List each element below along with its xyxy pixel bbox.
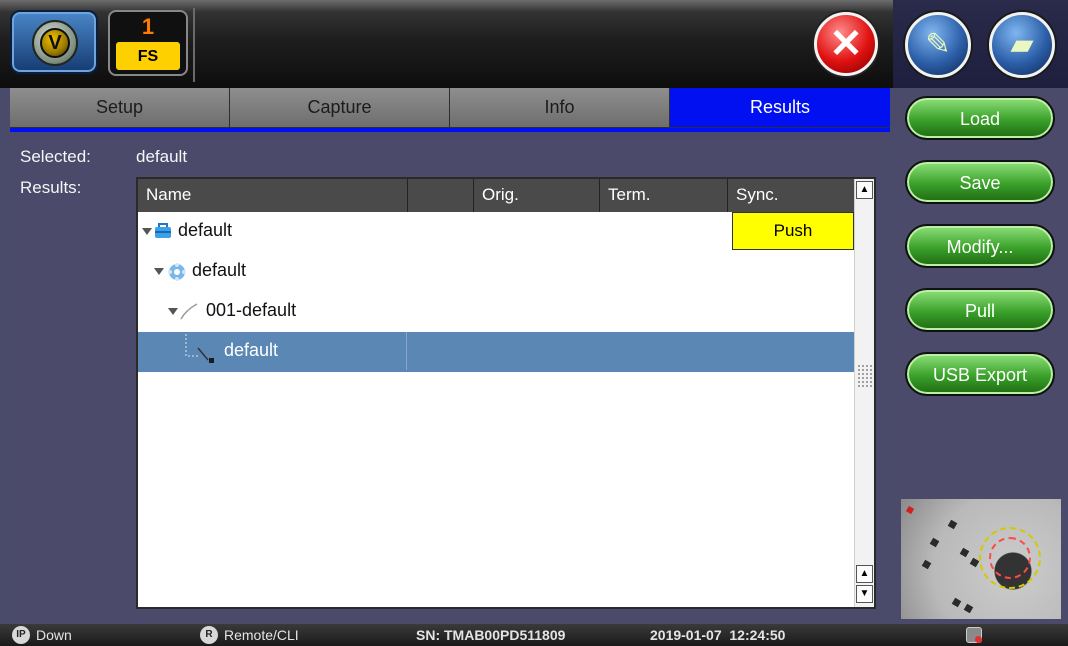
table-row[interactable]: default Push bbox=[138, 212, 856, 252]
expand-arrow-icon[interactable] bbox=[142, 228, 152, 236]
alarm-status-icon[interactable] bbox=[966, 627, 982, 643]
status-bar: IP Down R Remote/CLI SN: TMAB00PD511809 … bbox=[0, 624, 1068, 646]
row-name: default bbox=[178, 220, 233, 240]
tree-branch-icon bbox=[185, 334, 214, 363]
briefcase-icon bbox=[155, 223, 171, 238]
fiber-inspection-thumbnail[interactable] bbox=[901, 499, 1061, 619]
fiber-icon bbox=[180, 303, 198, 320]
modify-button[interactable]: Modify... bbox=[905, 224, 1055, 268]
scroll-thumb[interactable] bbox=[857, 364, 872, 388]
save-button[interactable]: Save bbox=[905, 160, 1055, 204]
defect-speck bbox=[905, 505, 915, 515]
defect-speck bbox=[969, 557, 980, 568]
scroll-up-icon[interactable]: ▲ bbox=[856, 181, 873, 199]
tab-capture[interactable]: Capture bbox=[230, 88, 450, 128]
close-button[interactable]: ✕ bbox=[814, 12, 878, 76]
vertical-scrollbar[interactable]: ▲ ▲ ▼ bbox=[854, 179, 874, 607]
table-row[interactable]: default bbox=[138, 252, 856, 292]
tab-bar: Setup Capture Info Results bbox=[10, 88, 890, 130]
row-name: default bbox=[192, 260, 247, 280]
folder-icon: ▰ bbox=[1010, 28, 1034, 61]
selected-label: Selected: bbox=[20, 147, 91, 166]
tab-setup[interactable]: Setup bbox=[10, 88, 230, 128]
wrench-tools-button[interactable]: ✎ bbox=[905, 12, 971, 78]
col-term[interactable]: Term. bbox=[600, 179, 728, 212]
expand-arrow-icon[interactable] bbox=[168, 308, 178, 316]
defect-speck bbox=[929, 537, 940, 548]
results-label: Results: bbox=[20, 178, 82, 197]
veex-logo-button[interactable]: V bbox=[10, 10, 98, 74]
remote-cli-label[interactable]: Remote/CLI bbox=[224, 627, 299, 643]
table-row[interactable]: 001-default bbox=[138, 292, 856, 332]
close-icon: ✕ bbox=[829, 22, 863, 66]
tab-info[interactable]: Info bbox=[450, 88, 670, 128]
row-name: 001-default bbox=[206, 300, 297, 320]
selected-value: default bbox=[136, 147, 188, 166]
logo-icon: V bbox=[40, 28, 70, 58]
defect-speck bbox=[921, 559, 932, 570]
scroll-up-icon[interactable]: ▲ bbox=[856, 565, 873, 583]
top-right-icons: ✎ ▰ bbox=[893, 0, 1068, 88]
defect-speck bbox=[947, 519, 958, 530]
logo-disc: V bbox=[32, 20, 78, 66]
zone-ring-inner bbox=[989, 537, 1031, 579]
ip-icon: IP bbox=[12, 626, 30, 644]
slot-number: 1 bbox=[141, 14, 155, 39]
defect-speck bbox=[951, 597, 962, 608]
col-blank[interactable] bbox=[408, 179, 474, 212]
col-orig[interactable]: Orig. bbox=[474, 179, 600, 212]
pull-button[interactable]: Pull bbox=[905, 288, 1055, 332]
usb-export-button[interactable]: USB Export bbox=[905, 352, 1055, 396]
col-name[interactable]: Name bbox=[138, 179, 408, 212]
remote-icon: R bbox=[200, 626, 218, 644]
wrench-icon: ✎ bbox=[925, 28, 951, 61]
sync-push-button[interactable]: Push bbox=[732, 212, 854, 250]
expand-arrow-icon[interactable] bbox=[154, 268, 164, 276]
col-sync[interactable]: Sync. bbox=[728, 179, 856, 212]
scroll-down-icon[interactable]: ▼ bbox=[856, 585, 873, 603]
datetime: 2019-01-07 12:24:50 bbox=[650, 627, 786, 643]
results-table[interactable]: Name Orig. Term. Sync. default Push defa… bbox=[136, 177, 876, 609]
top-separator bbox=[193, 8, 195, 82]
file-manager-button[interactable]: ▰ bbox=[989, 12, 1055, 78]
table-row-selected[interactable]: default bbox=[138, 332, 856, 372]
table-header: Name Orig. Term. Sync. bbox=[138, 179, 856, 212]
row-name: default bbox=[224, 340, 279, 360]
load-button[interactable]: Load bbox=[905, 96, 1055, 140]
ip-status: Down bbox=[36, 627, 72, 643]
tab-results[interactable]: Results bbox=[670, 88, 890, 128]
defect-speck bbox=[959, 547, 970, 558]
top-bar: V 1 FS ✕ bbox=[0, 0, 893, 88]
slot-label: FS bbox=[116, 42, 180, 70]
test-slot-badge[interactable]: 1 FS bbox=[108, 10, 188, 76]
defect-speck bbox=[963, 603, 974, 614]
serial-number: SN: TMAB00PD511809 bbox=[416, 627, 566, 643]
logo-letter: V bbox=[48, 32, 62, 54]
cell-divider bbox=[406, 332, 407, 370]
gear-icon bbox=[168, 263, 186, 281]
